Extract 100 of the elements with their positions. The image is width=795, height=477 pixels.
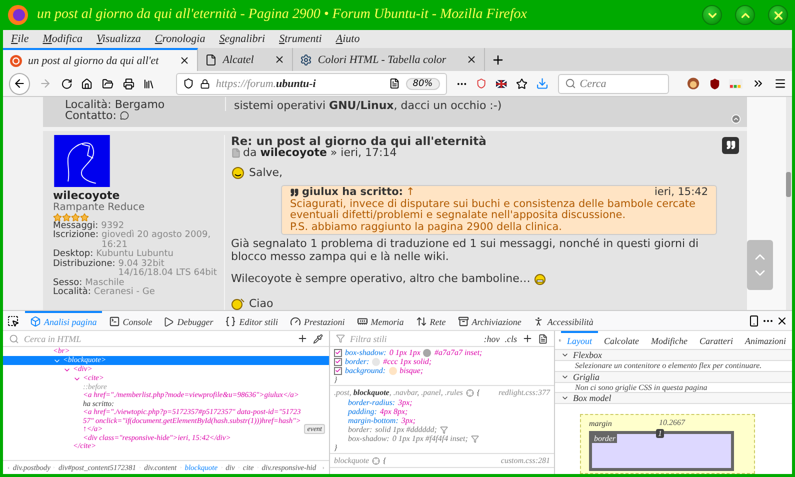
property-name[interactable]: border-radius: xyxy=(348,398,396,407)
section-header[interactable]: Griglia xyxy=(555,372,792,382)
home-icon[interactable] xyxy=(81,78,94,90)
property-value[interactable]: 3px; xyxy=(401,416,416,425)
devtools-tab[interactable]: Debugger xyxy=(159,310,218,330)
section-header[interactable]: Box model xyxy=(555,393,792,404)
url-field[interactable]: https://forum.ubuntu-i 80% xyxy=(176,72,447,94)
margin-value[interactable]: 10.2667 xyxy=(659,418,685,427)
close-icon[interactable] xyxy=(466,54,478,65)
menu-icon[interactable] xyxy=(774,77,786,90)
flag-icon[interactable] xyxy=(496,80,507,88)
property-name[interactable]: padding: xyxy=(348,407,377,416)
menu-item[interactable]: Aiuto xyxy=(336,33,360,45)
property-value[interactable]: bisque; xyxy=(400,366,424,375)
sidebar-tab[interactable]: Animazioni xyxy=(738,331,792,350)
property-value[interactable]: #ccc 1px solid; xyxy=(383,357,432,366)
property-value[interactable]: #a7a7a7 inset; xyxy=(434,348,482,357)
crosshair-icon[interactable] xyxy=(466,388,474,396)
post-title[interactable]: Re: un post al giorno da qui all'eternità xyxy=(231,134,486,147)
search-field[interactable]: Cerca xyxy=(558,74,670,94)
reader-view-icon[interactable] xyxy=(388,78,400,89)
devtools-tab[interactable]: Rete xyxy=(410,310,451,330)
property-name[interactable]: margin-bottom: xyxy=(348,416,398,425)
document-icon[interactable] xyxy=(538,334,548,344)
sidebar-tab[interactable]: Caratteri xyxy=(693,331,739,350)
browser-tab[interactable]: un post al giorno da qui all'et xyxy=(3,48,198,71)
devtools-tab[interactable]: Memoria xyxy=(352,310,409,330)
quote-time: ieri, 15:42 xyxy=(654,187,708,198)
property-name[interactable]: border: xyxy=(345,357,370,366)
post-text: sistemi operativi GNU/Linux, dacci un occhio :-) xyxy=(225,97,510,111)
maximize-button[interactable] xyxy=(735,5,755,25)
eyedropper-icon[interactable] xyxy=(313,334,323,344)
rule-selector[interactable]: blockquote xyxy=(334,456,370,465)
property-name[interactable]: border: xyxy=(348,425,372,434)
property-value[interactable]: solid 1px #dddddd; xyxy=(375,425,437,434)
pseudo-toggle[interactable]: :hov xyxy=(484,334,500,344)
property-name[interactable]: box-shadow: xyxy=(345,348,386,357)
new-tab-icon[interactable] xyxy=(491,52,506,66)
minimize-button[interactable] xyxy=(702,5,722,25)
extension-icon[interactable] xyxy=(729,78,743,88)
devtools-tab[interactable]: Archiviazione xyxy=(452,310,526,330)
menu-item[interactable]: Cronologia xyxy=(154,33,206,45)
zoom-indicator[interactable]: 80% xyxy=(406,78,440,90)
download-icon[interactable] xyxy=(536,77,549,90)
back-button[interactable] xyxy=(9,72,30,94)
property-name[interactable]: background: xyxy=(345,366,386,375)
property-name[interactable]: box-shadow: xyxy=(348,434,390,443)
menu-item[interactable]: File xyxy=(11,33,29,45)
monkey-icon[interactable] xyxy=(687,77,700,90)
property-value[interactable]: 4px 8px; xyxy=(380,407,408,416)
printer-icon[interactable] xyxy=(122,78,134,90)
reload-icon[interactable] xyxy=(60,78,72,90)
property-value[interactable]: 3px; xyxy=(398,398,412,407)
speech-bubble-icon[interactable] xyxy=(120,111,128,120)
close-icon[interactable] xyxy=(178,55,190,66)
quote-link[interactable]: ↑ xyxy=(406,187,415,198)
back-to-top-icon[interactable] xyxy=(731,114,741,124)
border-value[interactable]: 1 xyxy=(656,429,664,438)
library-icon[interactable] xyxy=(143,78,155,90)
color-swatch[interactable] xyxy=(372,358,380,366)
menu-item[interactable]: Strumenti xyxy=(279,33,322,45)
devtools-tab[interactable]: Accessibilità xyxy=(528,310,598,330)
section-header[interactable]: Flexbox xyxy=(555,350,792,361)
menu-item[interactable]: Visualizza xyxy=(96,33,141,45)
close-button[interactable] xyxy=(768,5,788,25)
devtools-tab[interactable]: Editor stili xyxy=(220,310,284,330)
sidebar-tab[interactable]: Modifiche xyxy=(644,331,694,350)
picker-icon[interactable] xyxy=(7,314,19,326)
author-name[interactable]: wilecoyote xyxy=(53,188,120,202)
property-value[interactable]: 0 1px 1px #f4f4f4 inset; xyxy=(392,434,468,443)
declaration-checkbox[interactable] xyxy=(334,366,342,374)
pseudo-toggle[interactable]: .cls xyxy=(504,334,517,344)
sidebar-tab[interactable]: Calcolate xyxy=(598,331,645,350)
color-swatch[interactable] xyxy=(423,348,432,356)
crosshair-icon[interactable] xyxy=(372,456,380,464)
rule-source[interactable]: custom.css:281 xyxy=(500,456,550,465)
devtools-tab[interactable]: Prestazioni xyxy=(285,310,350,330)
declaration-checkbox[interactable] xyxy=(334,348,342,356)
close-icon[interactable] xyxy=(776,314,788,326)
color-swatch[interactable] xyxy=(388,366,397,374)
responsive-icon[interactable] xyxy=(748,314,760,326)
rule-selector[interactable]: .post, blockquote, .navbar, .panel, .rules xyxy=(334,388,463,397)
devtools-tab[interactable]: Console xyxy=(104,310,158,330)
devtools-tab[interactable]: Analisi pagina xyxy=(25,310,102,330)
property-value[interactable]: 0 1px 1px xyxy=(389,348,420,357)
shield-icon[interactable] xyxy=(708,78,720,90)
close-icon[interactable] xyxy=(274,54,285,65)
filter-icon[interactable] xyxy=(470,434,479,442)
star-icon[interactable] xyxy=(516,78,528,90)
rule-source[interactable]: redlight.css:377 xyxy=(498,388,550,397)
scrollbar-thumb[interactable] xyxy=(786,172,791,197)
declaration-checkbox[interactable] xyxy=(334,358,342,366)
quote-button[interactable] xyxy=(722,136,739,154)
add-node-icon[interactable] xyxy=(297,333,308,344)
menu-item[interactable]: Segnalibri xyxy=(219,33,266,45)
folder-icon[interactable] xyxy=(102,78,114,90)
menu-item[interactable]: Modifica xyxy=(42,33,82,45)
add-rule-icon[interactable] xyxy=(522,333,533,344)
shield-icon[interactable] xyxy=(182,78,194,89)
filter-icon[interactable] xyxy=(440,426,448,434)
